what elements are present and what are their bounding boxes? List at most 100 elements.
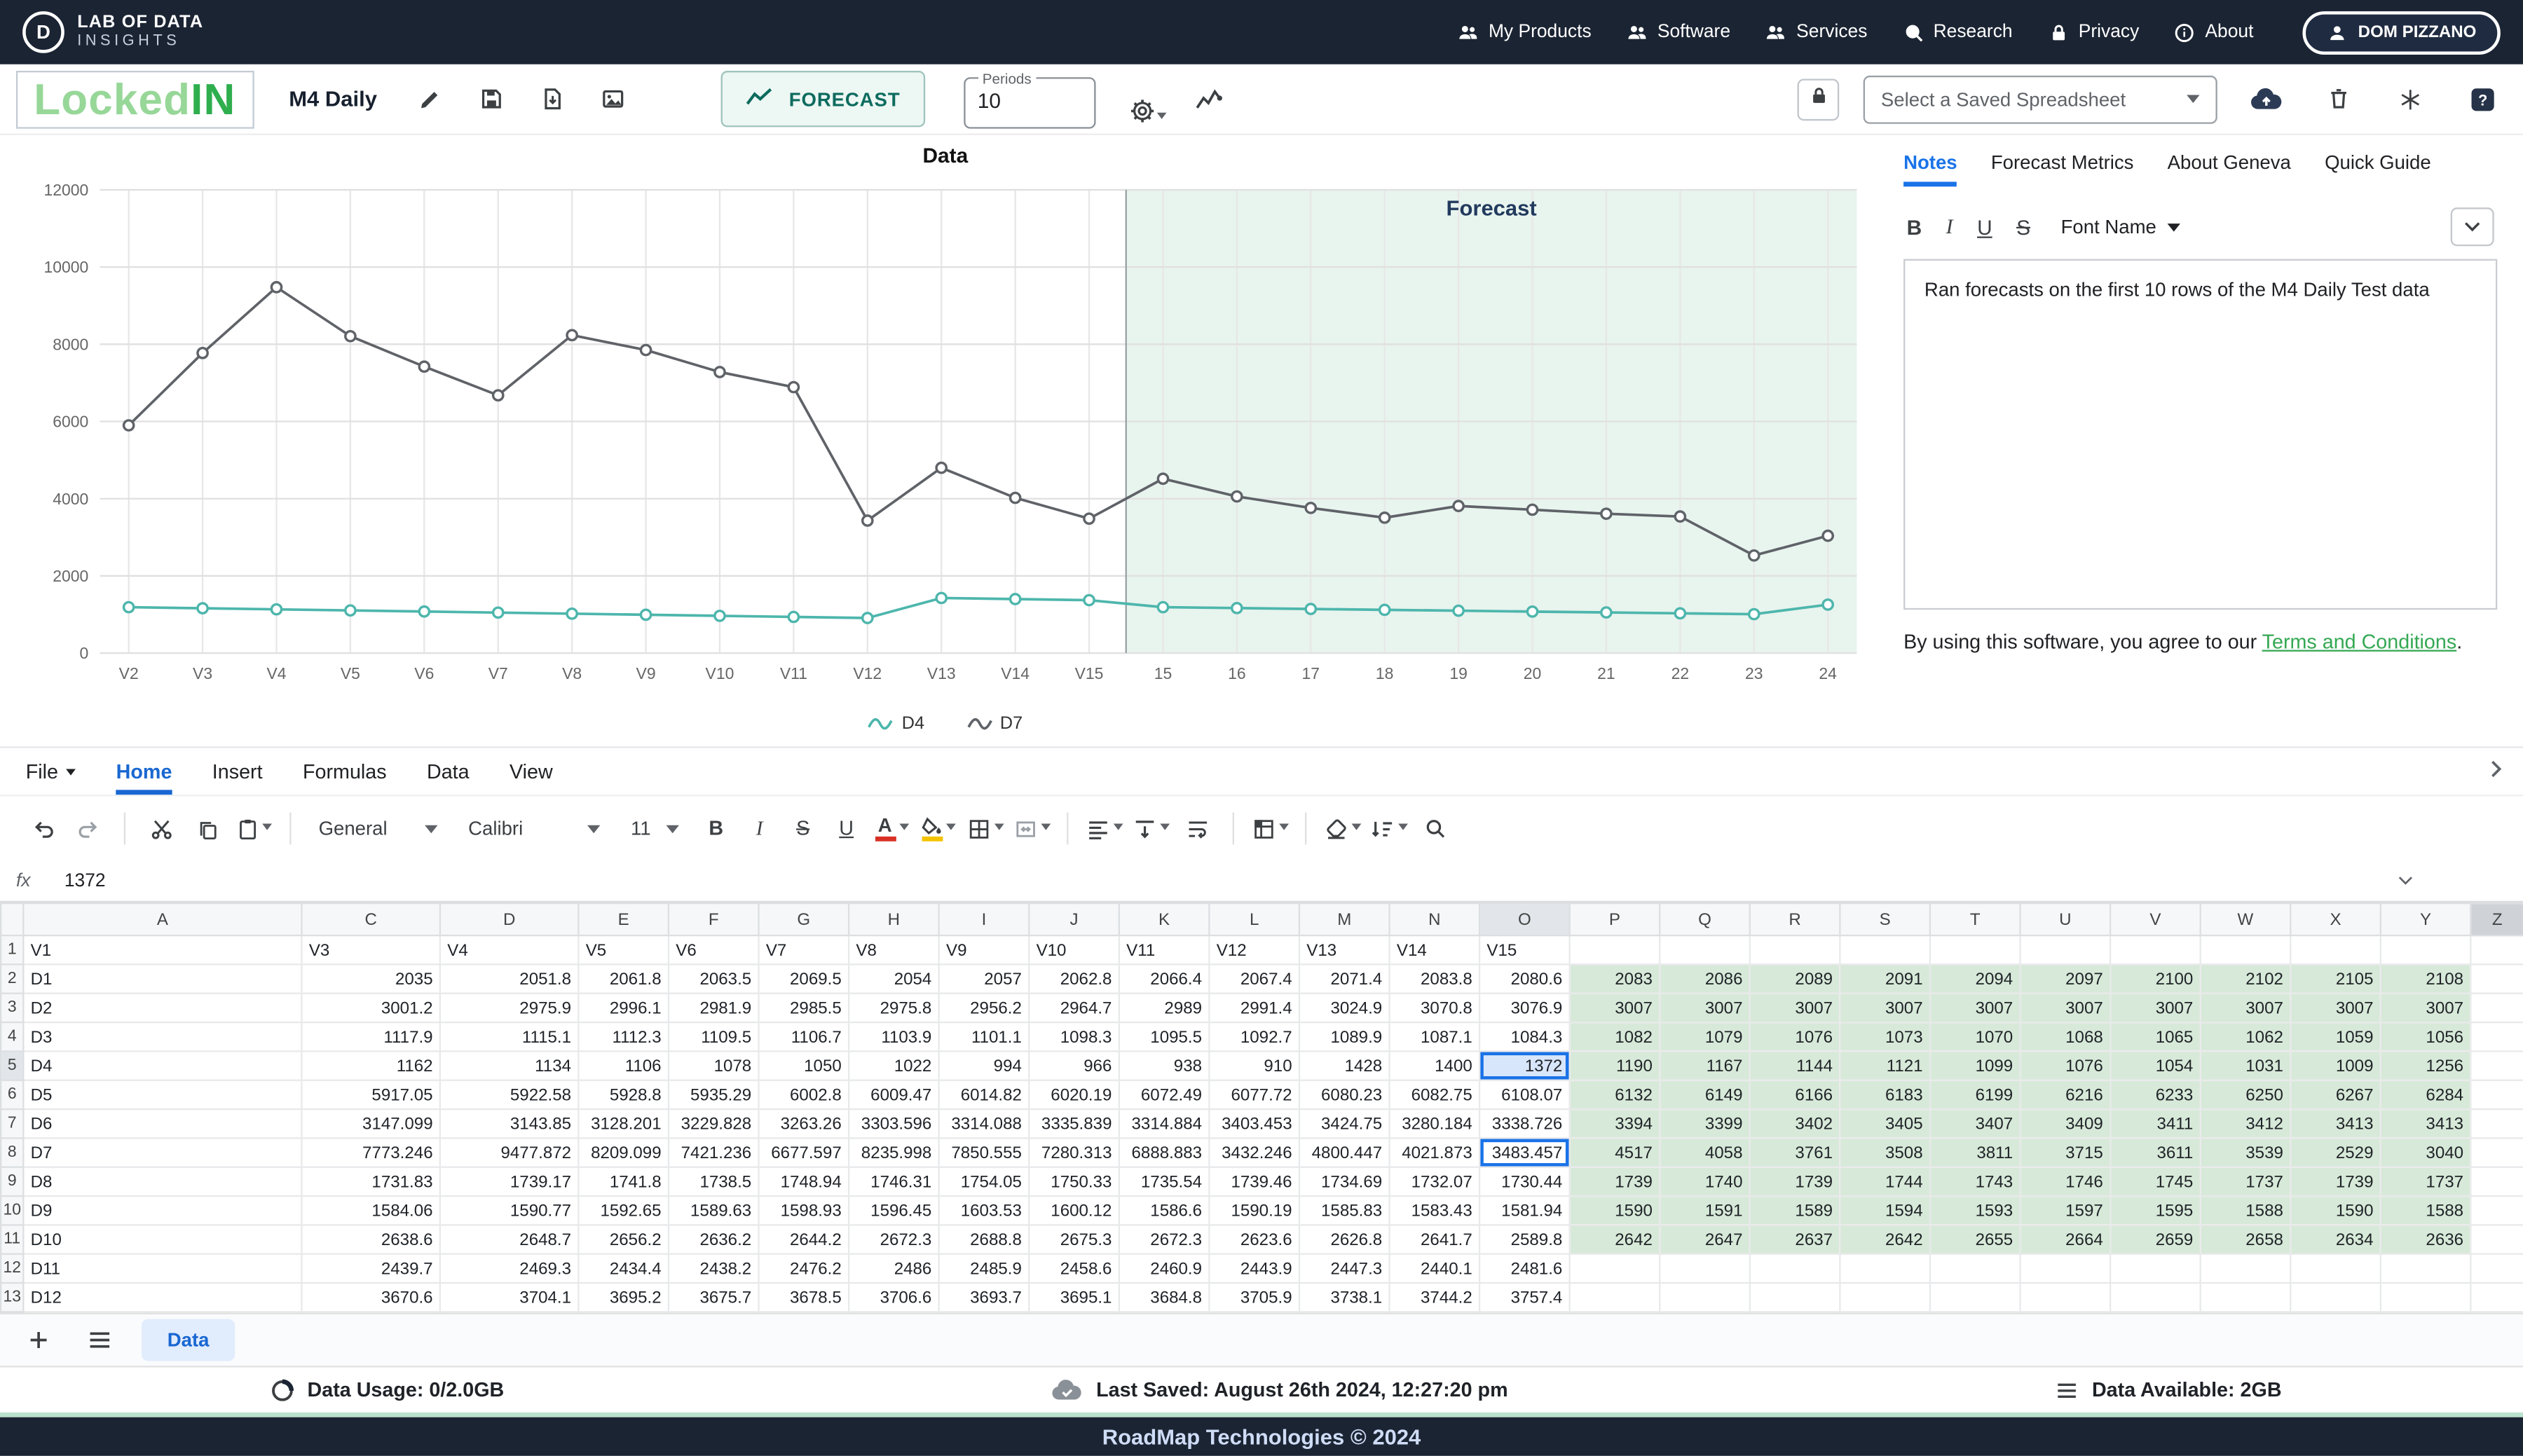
cell-V2[interactable]: 2100 xyxy=(2109,963,2201,994)
cell-C4[interactable]: 1117.9 xyxy=(301,1021,442,1052)
cell-F10[interactable]: 1589.63 xyxy=(667,1195,760,1226)
cell-I1[interactable]: V9 xyxy=(938,934,1030,966)
col-header-E[interactable]: E xyxy=(577,902,670,937)
cell-A12[interactable]: D11 xyxy=(22,1253,303,1284)
menubar-expand-button[interactable] xyxy=(2489,760,2504,783)
cell-T1[interactable] xyxy=(1929,934,2021,966)
row-header-3[interactable]: 3 xyxy=(0,992,25,1024)
cell-J4[interactable]: 1098.3 xyxy=(1028,1021,1120,1052)
cell-E10[interactable]: 1592.65 xyxy=(577,1195,670,1226)
col-header-J[interactable]: J xyxy=(1028,902,1120,937)
cell-T5[interactable]: 1099 xyxy=(1929,1050,2021,1081)
cell-P4[interactable]: 1082 xyxy=(1568,1021,1661,1052)
cell-T3[interactable]: 3007 xyxy=(1929,992,2021,1024)
tab-notes[interactable]: Notes xyxy=(1903,142,1957,187)
cell-V7[interactable]: 3411 xyxy=(2109,1108,2201,1139)
cell-A7[interactable]: D6 xyxy=(22,1108,303,1139)
underline-button[interactable]: U xyxy=(1977,215,1992,239)
cell-I13[interactable]: 3693.7 xyxy=(938,1282,1030,1313)
nav-my-products[interactable]: My Products xyxy=(1458,22,1592,43)
cell-E8[interactable]: 8209.099 xyxy=(577,1137,670,1168)
cell-G4[interactable]: 1106.7 xyxy=(758,1021,850,1052)
select-all-corner[interactable] xyxy=(0,902,25,937)
cell-J7[interactable]: 3335.839 xyxy=(1028,1108,1120,1139)
cell-G8[interactable]: 6677.597 xyxy=(758,1137,850,1168)
col-header-F[interactable]: F xyxy=(667,902,760,937)
cell-W4[interactable]: 1062 xyxy=(2199,1021,2292,1052)
cell-H7[interactable]: 3303.596 xyxy=(847,1108,940,1139)
col-header-Y[interactable]: Y xyxy=(2379,902,2472,937)
cell-S12[interactable] xyxy=(1839,1253,1931,1284)
cell-Z1[interactable] xyxy=(2470,934,2523,966)
cell-S11[interactable]: 2642 xyxy=(1839,1224,1931,1255)
cell-A11[interactable]: D10 xyxy=(22,1224,303,1255)
cell-D5[interactable]: 1134 xyxy=(439,1050,580,1081)
cell-T12[interactable] xyxy=(1929,1253,2021,1284)
cell-N13[interactable]: 3744.2 xyxy=(1388,1282,1481,1313)
add-sheet-button[interactable] xyxy=(20,1321,58,1359)
lock-spreadsheet-button[interactable] xyxy=(1797,78,1840,121)
cell-O7[interactable]: 3338.726 xyxy=(1478,1108,1571,1139)
cell-G3[interactable]: 2985.5 xyxy=(758,992,850,1024)
cell-D12[interactable]: 2469.3 xyxy=(439,1253,580,1284)
cell-M12[interactable]: 2447.3 xyxy=(1298,1253,1390,1284)
row-header-1[interactable]: 1 xyxy=(0,934,25,966)
cell-F12[interactable]: 2438.2 xyxy=(667,1253,760,1284)
cell-Y13[interactable] xyxy=(2379,1282,2472,1313)
cell-O11[interactable]: 2589.8 xyxy=(1478,1224,1571,1255)
cell-O13[interactable]: 3757.4 xyxy=(1478,1282,1571,1313)
cell-M11[interactable]: 2626.8 xyxy=(1298,1224,1390,1255)
cell-U5[interactable]: 1076 xyxy=(2019,1050,2112,1081)
cell-V3[interactable]: 3007 xyxy=(2109,992,2201,1024)
cell-E6[interactable]: 5928.8 xyxy=(577,1079,670,1111)
cell-X2[interactable]: 2105 xyxy=(2290,963,2381,994)
cell-A9[interactable]: D8 xyxy=(22,1166,303,1197)
col-header-D[interactable]: D xyxy=(439,902,580,937)
cell-D2[interactable]: 2051.8 xyxy=(439,963,580,994)
cell-L12[interactable]: 2443.9 xyxy=(1208,1253,1301,1284)
col-header-X[interactable]: X xyxy=(2290,902,2381,937)
cell-K3[interactable]: 2989 xyxy=(1118,992,1210,1024)
cell-italic-button[interactable]: I xyxy=(741,816,777,840)
delete-button[interactable] xyxy=(2314,75,2363,123)
cell-E13[interactable]: 3695.2 xyxy=(577,1282,670,1313)
cell-Z12[interactable] xyxy=(2470,1253,2523,1284)
col-header-L[interactable]: L xyxy=(1208,902,1301,937)
cell-N4[interactable]: 1087.1 xyxy=(1388,1021,1481,1052)
cell-J5[interactable]: 966 xyxy=(1028,1050,1120,1081)
nav-research[interactable]: Research xyxy=(1903,22,2013,43)
row-header-4[interactable]: 4 xyxy=(0,1021,25,1052)
cell-J11[interactable]: 2675.3 xyxy=(1028,1224,1120,1255)
col-header-W[interactable]: W xyxy=(2199,902,2292,937)
cell-E2[interactable]: 2061.8 xyxy=(577,963,670,994)
cell-R7[interactable]: 3402 xyxy=(1749,1108,1841,1139)
cell-C7[interactable]: 3147.099 xyxy=(301,1108,442,1139)
menu-insert[interactable]: Insert xyxy=(212,748,263,795)
cell-O8[interactable]: 3483.457 xyxy=(1478,1137,1571,1168)
export-image-button[interactable] xyxy=(589,75,638,123)
cell-A10[interactable]: D9 xyxy=(22,1195,303,1226)
legend-item-D4[interactable]: D4 xyxy=(868,714,924,734)
cell-K6[interactable]: 6072.49 xyxy=(1118,1079,1210,1111)
cell-A4[interactable]: D3 xyxy=(22,1021,303,1052)
cell-R13[interactable] xyxy=(1749,1282,1841,1313)
cell-L11[interactable]: 2623.6 xyxy=(1208,1224,1301,1255)
cell-A8[interactable]: D7 xyxy=(22,1137,303,1168)
cell-font-dropdown[interactable]: Calibri xyxy=(457,808,611,850)
tab-about-geneva[interactable]: About Geneva xyxy=(2168,142,2291,186)
cell-U6[interactable]: 6216 xyxy=(2019,1079,2112,1111)
row-header-2[interactable]: 2 xyxy=(0,963,25,994)
cell-Y6[interactable]: 6284 xyxy=(2379,1079,2472,1111)
cell-Y9[interactable]: 1737 xyxy=(2379,1166,2472,1197)
cell-L8[interactable]: 3432.246 xyxy=(1208,1137,1301,1168)
cell-A3[interactable]: D2 xyxy=(22,992,303,1024)
cell-D7[interactable]: 3143.85 xyxy=(439,1108,580,1139)
cell-X11[interactable]: 2634 xyxy=(2290,1224,2381,1255)
cell-U4[interactable]: 1068 xyxy=(2019,1021,2112,1052)
cell-I3[interactable]: 2956.2 xyxy=(938,992,1030,1024)
cell-O4[interactable]: 1084.3 xyxy=(1478,1021,1571,1052)
formula-input[interactable]: 1372 xyxy=(64,871,2398,891)
cell-P6[interactable]: 6132 xyxy=(1568,1079,1661,1111)
cell-G6[interactable]: 6002.8 xyxy=(758,1079,850,1111)
cell-Z3[interactable] xyxy=(2470,992,2523,1024)
